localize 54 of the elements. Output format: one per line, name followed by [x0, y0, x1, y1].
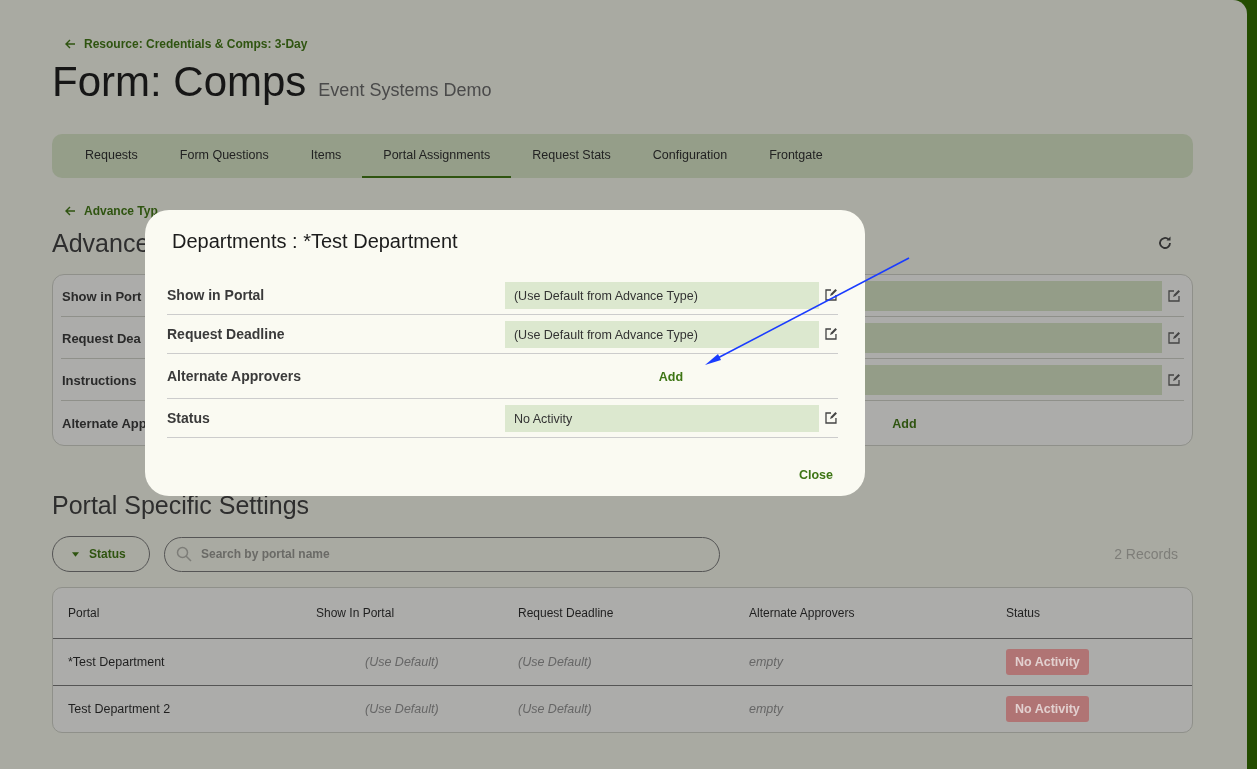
tab[interactable]: Requests [64, 134, 159, 178]
edit-icon[interactable] [1167, 330, 1181, 345]
edit-icon[interactable] [824, 411, 838, 425]
dialog-title: Departments : *Test Department [171, 230, 459, 254]
edit-icon[interactable] [1167, 288, 1181, 303]
tab[interactable]: Items [289, 134, 363, 178]
setting-label: Request Dea [62, 330, 141, 346]
table-cell-text: (Use Default) [364, 655, 440, 669]
column-header: Alternate Approvers [749, 606, 856, 620]
column-header: Show In Portal [316, 606, 396, 620]
tab[interactable]: Form Questions [158, 134, 290, 178]
close-button[interactable]: Close [793, 468, 838, 482]
setting-label: Show in Portal [167, 287, 266, 303]
tab[interactable]: Portal Assignments [362, 134, 512, 178]
back-arrow-icon [64, 205, 76, 217]
table-cell-text: empty [749, 655, 785, 669]
status-badge: No Activity [1006, 696, 1089, 722]
setting-field[interactable]: (Use Default from Advance Type) [504, 320, 820, 348]
add-link[interactable]: Add [658, 370, 684, 384]
setting-label: Instructions [62, 372, 137, 388]
table-cell-text: Test Department 2 [68, 702, 172, 716]
tab[interactable]: Configuration [631, 134, 749, 178]
setting-field[interactable]: (Use Default from Advance Type) [504, 281, 820, 309]
refresh-icon[interactable] [1157, 235, 1173, 251]
column-header: Status [1006, 606, 1041, 620]
table-cell-text: *Test Department [68, 655, 166, 669]
caret-icon [72, 551, 79, 557]
setting-label: Alternate Approvers [167, 368, 303, 384]
column-header: Request Deadline [518, 606, 615, 620]
column-header: Portal [68, 606, 101, 620]
setting-label: Show in Port [62, 288, 142, 304]
table-cell-text: (Use Default) [518, 702, 593, 716]
tab[interactable]: Request Stats [511, 134, 632, 178]
back-link[interactable]: Advance Typ [84, 204, 158, 218]
table-cell-text: (Use Default) [364, 702, 440, 716]
tab[interactable]: Frontgate [748, 134, 844, 178]
table-cell-text: (Use Default) [518, 655, 593, 669]
setting-label: Status [167, 410, 211, 426]
setting-field[interactable]: No Activity [504, 404, 820, 432]
breadcrumb-link[interactable]: Resource: Credentials & Comps: 3-Day [84, 37, 308, 51]
search-field[interactable]: Search by portal name [164, 536, 720, 572]
page-title: Form: Comps [52, 58, 307, 106]
status-badge: No Activity [1006, 649, 1089, 675]
setting-label: Request Deadline [167, 326, 286, 342]
section-heading: Advance [52, 228, 150, 258]
page-subtitle: Event Systems Demo [318, 80, 492, 101]
section-heading: Portal Specific Settings [52, 491, 311, 520]
table-cell-text: empty [749, 702, 785, 716]
back-arrow-icon [64, 38, 76, 50]
edit-icon[interactable] [824, 288, 838, 302]
add-link[interactable]: Add [892, 417, 917, 431]
search-icon [176, 545, 192, 562]
edit-icon[interactable] [1167, 372, 1181, 387]
edit-icon[interactable] [824, 327, 838, 341]
